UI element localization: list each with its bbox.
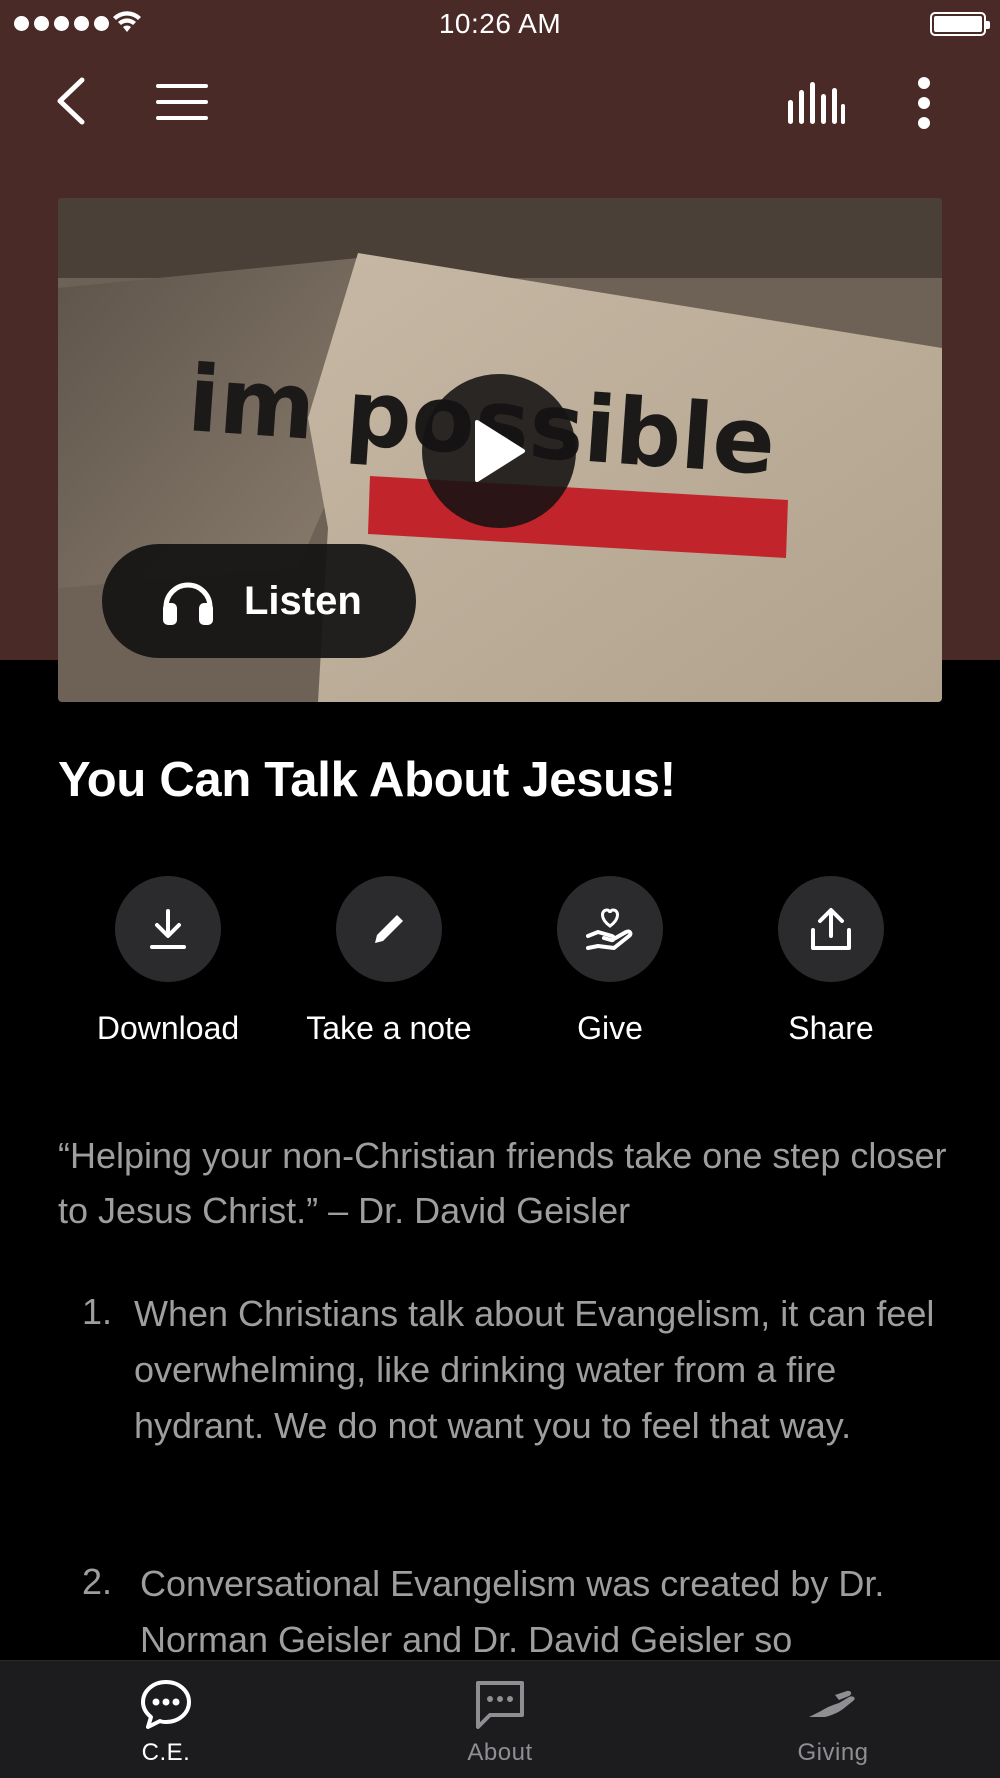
status-bar: 10:26 AM: [0, 0, 1000, 50]
share-action[interactable]: Share: [731, 876, 931, 1047]
action-row: Download Take a note Give Share: [0, 876, 1000, 1056]
tab-ce-label: C.E.: [141, 1739, 191, 1766]
share-icon: [811, 908, 851, 950]
message-square-icon: [476, 1681, 524, 1729]
tab-about-label: About: [467, 1739, 533, 1766]
tab-ce[interactable]: C.E.: [66, 1661, 266, 1778]
play-icon: [475, 420, 525, 482]
episode-title: You Can Talk About Jesus!: [58, 753, 676, 807]
battery-icon: [930, 12, 990, 36]
download-label: Download: [96, 1010, 240, 1046]
give-action[interactable]: Give: [510, 876, 710, 1047]
headphones-icon: [163, 582, 213, 625]
download-button[interactable]: [115, 876, 221, 982]
give-button[interactable]: [557, 876, 663, 982]
hamburger-menu-icon[interactable]: [154, 82, 210, 122]
download-action[interactable]: Download: [68, 876, 268, 1047]
share-label: Share: [788, 1010, 874, 1046]
svg-text:im: im: [184, 345, 319, 461]
play-button[interactable]: [422, 374, 576, 528]
giving-hand-icon: [809, 1690, 855, 1717]
more-options-icon[interactable]: [908, 76, 940, 130]
take-note-action[interactable]: Take a note: [289, 876, 489, 1047]
chat-bubble-icon: [141, 1680, 191, 1729]
tab-giving[interactable]: Giving: [733, 1661, 933, 1778]
tab-about[interactable]: About: [400, 1661, 600, 1778]
audio-levels-icon[interactable]: [786, 80, 846, 126]
download-icon: [150, 909, 186, 949]
pencil-icon: [375, 915, 403, 943]
list-item-text: When Christians talk about Evangelism, i…: [134, 1293, 935, 1446]
list-item-number: 1.: [82, 1291, 113, 1332]
listen-label: Listen: [244, 578, 362, 623]
take-note-button[interactable]: [336, 876, 442, 982]
take-note-label: Take a note: [306, 1010, 472, 1046]
episode-artwork[interactable]: im possible Listen: [58, 198, 942, 702]
listen-button[interactable]: Listen: [102, 544, 416, 658]
tab-bar: C.E. About Giving: [0, 1660, 1000, 1778]
give-hand-heart-icon: [586, 908, 633, 950]
back-chevron-icon[interactable]: [54, 76, 90, 126]
share-button[interactable]: [778, 876, 884, 982]
give-label: Give: [577, 1010, 643, 1046]
episode-quote: “Helping your non-Christian friends take…: [58, 1135, 947, 1231]
status-time: 10:26 AM: [438, 8, 562, 39]
tab-giving-label: Giving: [797, 1739, 869, 1766]
list-item-number: 2.: [82, 1561, 113, 1602]
list-item-text: Conversational Evangelism was created by…: [140, 1563, 885, 1660]
